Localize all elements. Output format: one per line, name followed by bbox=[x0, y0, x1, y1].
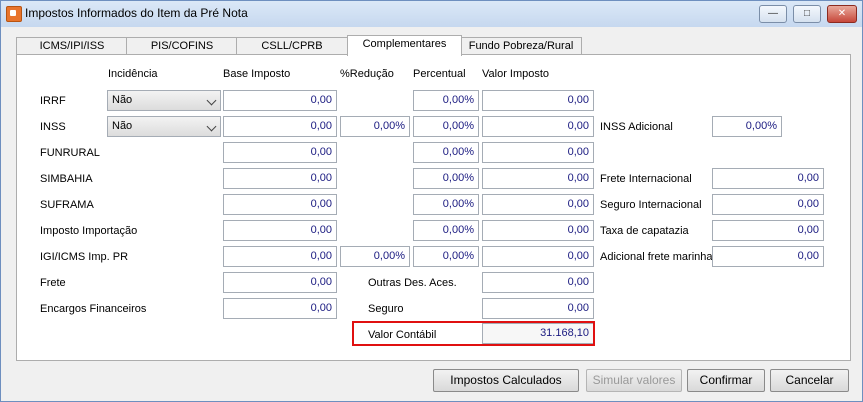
chevron-down-icon bbox=[206, 95, 217, 106]
title-bar: Impostos Informados do Item da Pré Nota … bbox=[1, 1, 862, 27]
imposto-importacao-label: Imposto Importação bbox=[40, 225, 138, 237]
tab-complementares[interactable]: Complementares bbox=[347, 35, 462, 56]
app-icon bbox=[6, 6, 22, 22]
close-button[interactable]: ✕ bbox=[827, 5, 857, 23]
tab-pis-cofins[interactable]: PIS/COFINS bbox=[126, 37, 238, 55]
frete-internacional-label: Frete Internacional bbox=[600, 173, 692, 185]
inss-base-field[interactable]: 0,00 bbox=[223, 116, 337, 137]
simbahia-label: SIMBAHIA bbox=[40, 173, 93, 185]
impostos-calculados-button[interactable]: Impostos Calculados bbox=[433, 369, 579, 392]
header-incidencia: Incidência bbox=[108, 68, 158, 80]
inss-label: INSS bbox=[40, 121, 66, 133]
frete-label: Frete bbox=[40, 277, 66, 289]
cancelar-button[interactable]: Cancelar bbox=[770, 369, 849, 392]
simbahia-percentual-field[interactable]: 0,00% bbox=[413, 168, 479, 189]
imposto-importacao-valor-field[interactable]: 0,00 bbox=[482, 220, 594, 241]
irrf-valor-field[interactable]: 0,00 bbox=[482, 90, 594, 111]
simbahia-base-field[interactable]: 0,00 bbox=[223, 168, 337, 189]
tab-icms-ipi-iss[interactable]: ICMS/IPI/ISS bbox=[16, 37, 128, 55]
inss-reducao-field[interactable]: 0,00% bbox=[340, 116, 410, 137]
adicional-frete-marinha-field[interactable]: 0,00 bbox=[712, 246, 824, 267]
confirmar-button[interactable]: Confirmar bbox=[687, 369, 765, 392]
funrural-percentual-field[interactable]: 0,00% bbox=[413, 142, 479, 163]
inss-percentual-field[interactable]: 0,00% bbox=[413, 116, 479, 137]
dialog-window: Impostos Informados do Item da Pré Nota … bbox=[0, 0, 863, 402]
irrf-percentual-field[interactable]: 0,00% bbox=[413, 90, 479, 111]
irrf-label: IRRF bbox=[40, 95, 66, 107]
header-valor-imposto: Valor Imposto bbox=[482, 68, 550, 80]
irrf-incidencia-select[interactable]: Não bbox=[107, 90, 221, 111]
seguro-label: Seguro bbox=[368, 303, 404, 315]
seguro-internacional-field[interactable]: 0,00 bbox=[712, 194, 824, 215]
igi-icms-label: IGI/ICMS Imp. PR bbox=[40, 251, 129, 263]
funrural-base-field[interactable]: 0,00 bbox=[223, 142, 337, 163]
header-percentual: Percentual bbox=[413, 68, 466, 80]
window-title: Impostos Informados do Item da Pré Nota bbox=[25, 6, 248, 20]
chevron-down-icon bbox=[206, 121, 217, 132]
imposto-importacao-base-field[interactable]: 0,00 bbox=[223, 220, 337, 241]
suframa-label: SUFRAMA bbox=[40, 199, 94, 211]
frete-internacional-field[interactable]: 0,00 bbox=[712, 168, 824, 189]
seguro-field[interactable]: 0,00 bbox=[482, 298, 594, 319]
adicional-frete-marinha-label: Adicional frete marinha bbox=[600, 251, 713, 263]
funrural-valor-field[interactable]: 0,00 bbox=[482, 142, 594, 163]
header-reducao: %Redução bbox=[340, 68, 394, 80]
suframa-percentual-field[interactable]: 0,00% bbox=[413, 194, 479, 215]
maximize-button[interactable]: □ bbox=[793, 5, 821, 23]
imposto-importacao-percentual-field[interactable]: 0,00% bbox=[413, 220, 479, 241]
outras-des-aces-label: Outras Des. Aces. bbox=[368, 277, 457, 289]
valor-contabil-highlight bbox=[352, 321, 595, 346]
igi-icms-reducao-field[interactable]: 0,00% bbox=[340, 246, 410, 267]
irrf-incidencia-value: Não bbox=[112, 94, 133, 106]
taxa-capatazia-field[interactable]: 0,00 bbox=[712, 220, 824, 241]
inss-incidencia-value: Não bbox=[112, 120, 133, 132]
igi-icms-percentual-field[interactable]: 0,00% bbox=[413, 246, 479, 267]
funrural-label: FUNRURAL bbox=[40, 147, 100, 159]
header-base-imposto: Base Imposto bbox=[223, 68, 291, 80]
simular-valores-button[interactable]: Simular valores bbox=[586, 369, 682, 392]
inss-adicional-label: INSS Adicional bbox=[600, 121, 673, 133]
encargos-financeiros-field[interactable]: 0,00 bbox=[223, 298, 337, 319]
frete-base-field[interactable]: 0,00 bbox=[223, 272, 337, 293]
suframa-base-field[interactable]: 0,00 bbox=[223, 194, 337, 215]
taxa-capatazia-label: Taxa de capatazia bbox=[600, 225, 689, 237]
igi-icms-base-field[interactable]: 0,00 bbox=[223, 246, 337, 267]
minimize-button[interactable]: — bbox=[759, 5, 787, 23]
igi-icms-valor-field[interactable]: 0,00 bbox=[482, 246, 594, 267]
suframa-valor-field[interactable]: 0,00 bbox=[482, 194, 594, 215]
seguro-internacional-label: Seguro Internacional bbox=[600, 199, 702, 211]
inss-valor-field[interactable]: 0,00 bbox=[482, 116, 594, 137]
tab-csll-cprb[interactable]: CSLL/CPRB bbox=[236, 37, 348, 55]
inss-incidencia-select[interactable]: Não bbox=[107, 116, 221, 137]
tab-panel-complementares: Incidência Base Imposto %Redução Percent… bbox=[16, 54, 851, 361]
tab-fundo-pobreza-rural[interactable]: Fundo Pobreza/Rural bbox=[460, 37, 582, 55]
encargos-financeiros-label: Encargos Financeiros bbox=[40, 303, 147, 315]
inss-adicional-field[interactable]: 0,00% bbox=[712, 116, 782, 137]
irrf-base-field[interactable]: 0,00 bbox=[223, 90, 337, 111]
outras-des-aces-field[interactable]: 0,00 bbox=[482, 272, 594, 293]
simbahia-valor-field[interactable]: 0,00 bbox=[482, 168, 594, 189]
